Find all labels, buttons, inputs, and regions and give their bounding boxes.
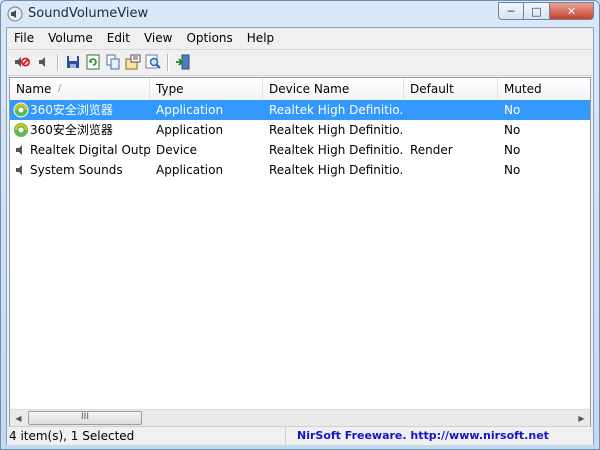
save-icon: [67, 56, 79, 68]
menu-edit[interactable]: Edit: [100, 28, 137, 48]
cell-default: [404, 100, 498, 120]
client-area: File Volume Edit View Options Help Name …: [6, 27, 594, 445]
cell-type: Application: [156, 163, 224, 177]
thumb-grip-icon: III: [81, 412, 89, 422]
column-header-name-label: Name: [16, 82, 52, 96]
column-header-device-name[interactable]: Device Name: [263, 78, 404, 100]
minimize-button[interactable]: ─: [498, 2, 524, 20]
cell-default: Render: [410, 143, 453, 157]
refresh-button[interactable]: [84, 53, 102, 71]
column-header-muted[interactable]: Muted: [498, 78, 590, 100]
cell-type: Application: [156, 123, 224, 137]
cell-muted: No: [504, 163, 521, 177]
column-header-default[interactable]: Default: [404, 78, 498, 100]
exit-icon: [176, 54, 190, 70]
toolbar-separator: [167, 54, 169, 71]
cell-name: Realtek Digital Outp...: [30, 143, 150, 157]
cell-device-name: Realtek High Definitio...: [269, 103, 404, 117]
title-bar[interactable]: SoundVolumeView ─ □ ✕: [1, 1, 599, 27]
menu-view[interactable]: View: [137, 28, 179, 48]
copy-icon: [106, 54, 120, 70]
unmute-button[interactable]: [34, 53, 52, 71]
properties-icon: [125, 54, 141, 70]
cell-device-name: Realtek High Definitio...: [269, 143, 404, 157]
save-button[interactable]: [64, 53, 82, 71]
exit-button[interactable]: [174, 53, 192, 71]
app-speaker-icon: [7, 6, 23, 22]
table-row[interactable]: 360安全浏览器 Application Realtek High Defini…: [10, 100, 590, 120]
cell-default: [404, 160, 498, 180]
scroll-left-button[interactable]: ◀: [10, 410, 27, 427]
list-header: Name / Type Device Name Default Muted: [10, 78, 590, 101]
cell-muted: No: [504, 143, 521, 157]
cell-name: System Sounds: [30, 163, 123, 177]
menu-options[interactable]: Options: [179, 28, 239, 48]
menu-bar: File Volume Edit View Options Help: [7, 28, 593, 48]
sort-indicator-icon: /: [58, 83, 62, 94]
mute-icon: [15, 57, 30, 67]
scroll-right-button[interactable]: ▶: [573, 410, 590, 427]
table-row[interactable]: System Sounds Application Realtek High D…: [10, 160, 590, 180]
mute-button[interactable]: [13, 53, 31, 71]
refresh-icon: [86, 54, 100, 70]
properties-button[interactable]: [124, 53, 142, 71]
toolbar-separator: [57, 54, 59, 71]
cell-type: Device: [156, 143, 198, 157]
cell-device-name: Realtek High Definitio...: [269, 123, 404, 137]
status-item-count: 4 item(s), 1 Selected: [9, 427, 286, 445]
column-header-type[interactable]: Type: [150, 78, 263, 100]
horizontal-scrollbar[interactable]: ◀ III ▶: [10, 409, 590, 427]
close-button[interactable]: ✕: [550, 2, 594, 20]
copy-button[interactable]: [104, 53, 122, 71]
window-title: SoundVolumeView: [28, 6, 149, 21]
cell-default: [404, 120, 498, 140]
find-icon: [145, 54, 161, 69]
cell-name: 360安全浏览器: [30, 123, 113, 137]
toolbar: [7, 49, 593, 76]
scrollbar-thumb[interactable]: III: [28, 411, 142, 425]
window-controls: ─ □ ✕: [498, 2, 594, 20]
menu-file[interactable]: File: [7, 28, 41, 48]
table-row[interactable]: 360安全浏览器 Application Realtek High Defini…: [10, 120, 590, 140]
cell-type: Application: [156, 103, 224, 117]
table-row[interactable]: Realtek Digital Outp... Device Realtek H…: [10, 140, 590, 160]
cell-muted: No: [504, 103, 521, 117]
find-button[interactable]: [144, 53, 162, 71]
cell-muted: No: [504, 123, 521, 137]
menu-volume[interactable]: Volume: [41, 28, 100, 48]
status-bar: 4 item(s), 1 Selected NirSoft Freeware. …: [7, 426, 593, 445]
app-window: SoundVolumeView ─ □ ✕ File Volume Edit V…: [0, 0, 600, 450]
column-header-name[interactable]: Name /: [10, 78, 150, 100]
volume-list[interactable]: Name / Type Device Name Default Muted 36…: [9, 77, 591, 427]
cell-name: 360安全浏览器: [30, 103, 113, 117]
speaker-icon: [39, 57, 45, 67]
cell-device-name: Realtek High Definitio...: [269, 163, 404, 177]
menu-help[interactable]: Help: [240, 28, 281, 48]
maximize-button[interactable]: □: [524, 2, 550, 20]
status-credit-link[interactable]: NirSoft Freeware. http://www.nirsoft.net: [289, 427, 597, 445]
